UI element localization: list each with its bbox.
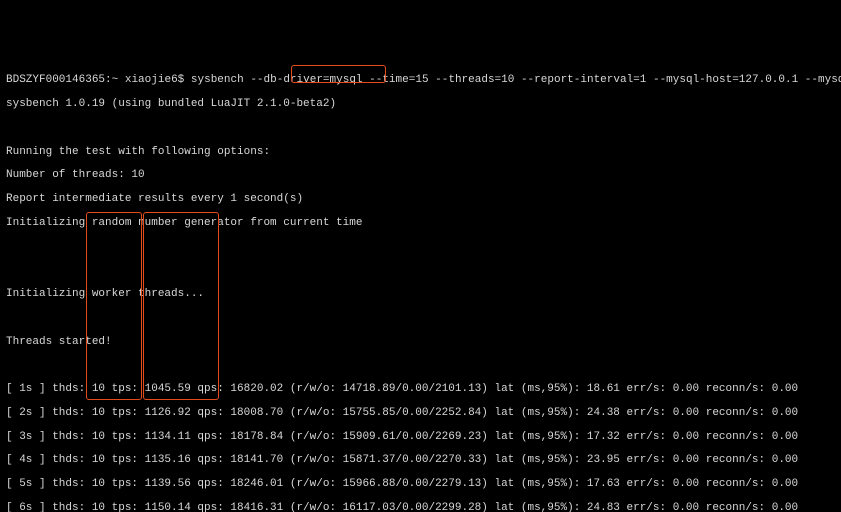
interval-row: [ 2s ] thds: 10 tps: 1126.92 qps: 18008.… [6, 408, 835, 420]
threads-started: Threads started! [6, 337, 835, 349]
interval-row: [ 5s ] thds: 10 tps: 1139.56 qps: 18246.… [6, 479, 835, 491]
interval-row: [ 1s ] thds: 10 tps: 1045.59 qps: 16820.… [6, 384, 835, 396]
blank [6, 265, 835, 277]
blank [6, 360, 835, 372]
sysbench-args: --db-driver=mysql --time=15 --threads=10… [250, 74, 841, 86]
shell-prompt: BDSZYF000146365:~ xiaojie6$ [6, 74, 184, 86]
blank [6, 313, 835, 325]
sysbench-command: sysbench [191, 74, 244, 86]
command-line-1: BDSZYF000146365:~ xiaojie6$ sysbench --d… [6, 75, 835, 87]
options-header: Running the test with following options: [6, 147, 835, 159]
interval-row: [ 4s ] thds: 10 tps: 1135.16 qps: 18141.… [6, 455, 835, 467]
blank [6, 123, 835, 135]
sysbench-version: sysbench 1.0.19 (using bundled LuaJIT 2.… [6, 99, 835, 111]
interval-row: [ 3s ] thds: 10 tps: 1134.11 qps: 18178.… [6, 432, 835, 444]
option-report-interval: Report intermediate results every 1 seco… [6, 194, 835, 206]
interval-row: [ 6s ] thds: 10 tps: 1150.14 qps: 18416.… [6, 503, 835, 512]
terminal-output: BDSZYF000146365:~ xiaojie6$ sysbench --d… [0, 59, 841, 512]
init-workers: Initializing worker threads... [6, 289, 835, 301]
blank [6, 242, 835, 254]
option-threads: Number of threads: 10 [6, 170, 835, 182]
option-rand-init: Initializing random number generator fro… [6, 218, 835, 230]
